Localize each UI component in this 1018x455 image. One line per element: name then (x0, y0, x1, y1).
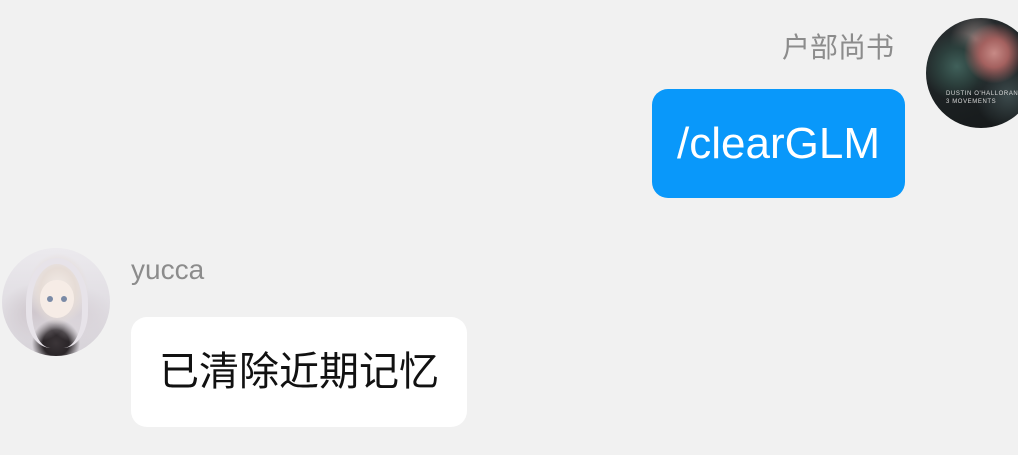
message-bubble[interactable]: /clearGLM (652, 89, 905, 198)
message-outgoing: 户部尚书 DUSTIN O'HALLORAN 3 MOVEMENTS /clea… (0, 18, 1018, 208)
sender-name: yucca (131, 254, 205, 285)
message-bubble[interactable]: 已清除近期记忆 (131, 317, 467, 427)
message-incoming: yucca 已清除近期记忆 (0, 244, 1018, 444)
avatar-cover-line: DUSTIN O'HALLORAN (946, 91, 1018, 97)
avatar-cover-line: 3 MOVEMENTS (946, 99, 997, 105)
avatar-eye-shape (47, 296, 53, 302)
bot-avatar[interactable] (2, 248, 110, 356)
sender-name: 户部尚书 (781, 31, 894, 64)
avatar-cover-text: DUSTIN O'HALLORAN 3 MOVEMENTS (946, 90, 1018, 106)
user-avatar[interactable]: DUSTIN O'HALLORAN 3 MOVEMENTS (926, 18, 1018, 128)
avatar-face-shape (40, 280, 74, 318)
avatar-eye-shape (61, 296, 67, 302)
